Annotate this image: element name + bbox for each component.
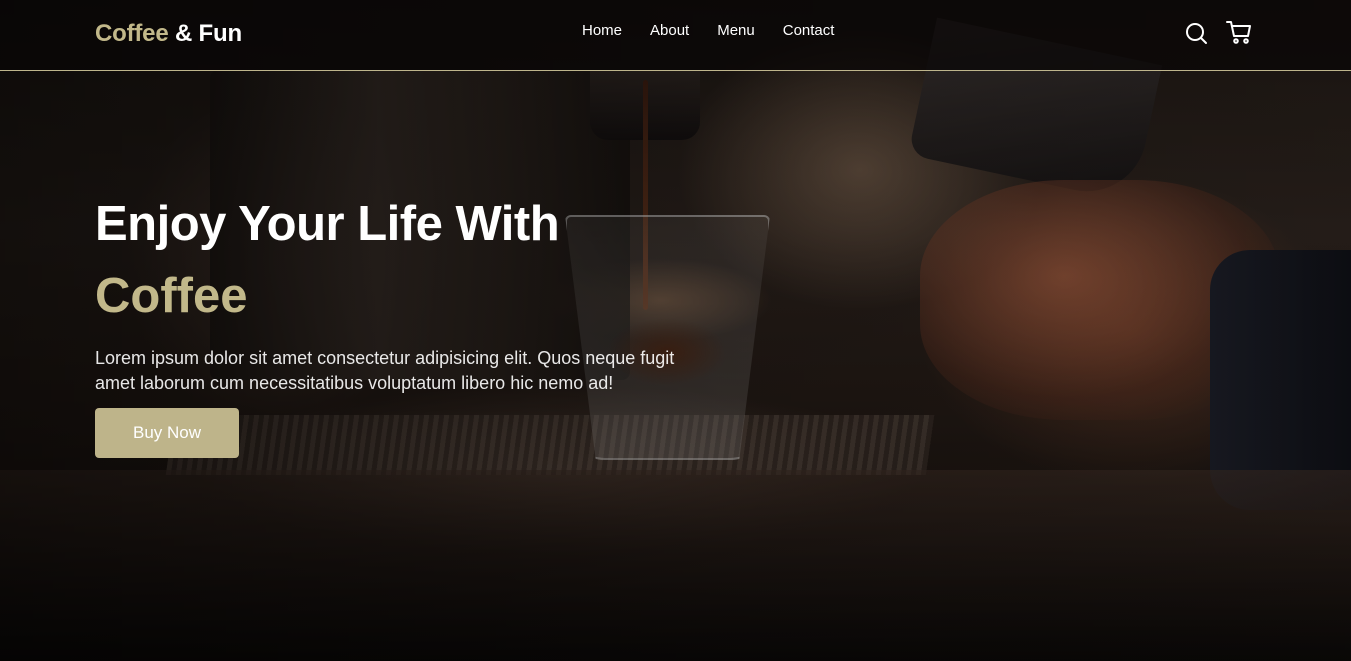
hero-section: Enjoy Your Life With Coffee Lorem ipsum … [95,196,715,458]
logo-accent-text: Coffee [95,20,169,47]
buy-now-button[interactable]: Buy Now [95,408,239,458]
nav-home[interactable]: Home [582,22,622,39]
logo-rest-text: & Fun [168,20,242,47]
main-nav: Home About Menu Contact [582,22,834,39]
nav-about[interactable]: About [650,22,689,39]
nav-menu[interactable]: Menu [717,22,755,39]
site-header: Coffee & Fun Home About Menu Contact [0,0,1351,71]
search-icon[interactable] [1183,18,1211,46]
hero-title: Enjoy Your Life With [95,197,560,251]
nav-contact[interactable]: Contact [783,22,835,39]
hero-highlight: Coffee [95,269,248,323]
logo[interactable]: Coffee & Fun [95,20,242,48]
header-actions [1183,18,1253,46]
cart-icon[interactable] [1225,18,1253,46]
hero-description: Lorem ipsum dolor sit amet consectetur a… [95,348,675,393]
